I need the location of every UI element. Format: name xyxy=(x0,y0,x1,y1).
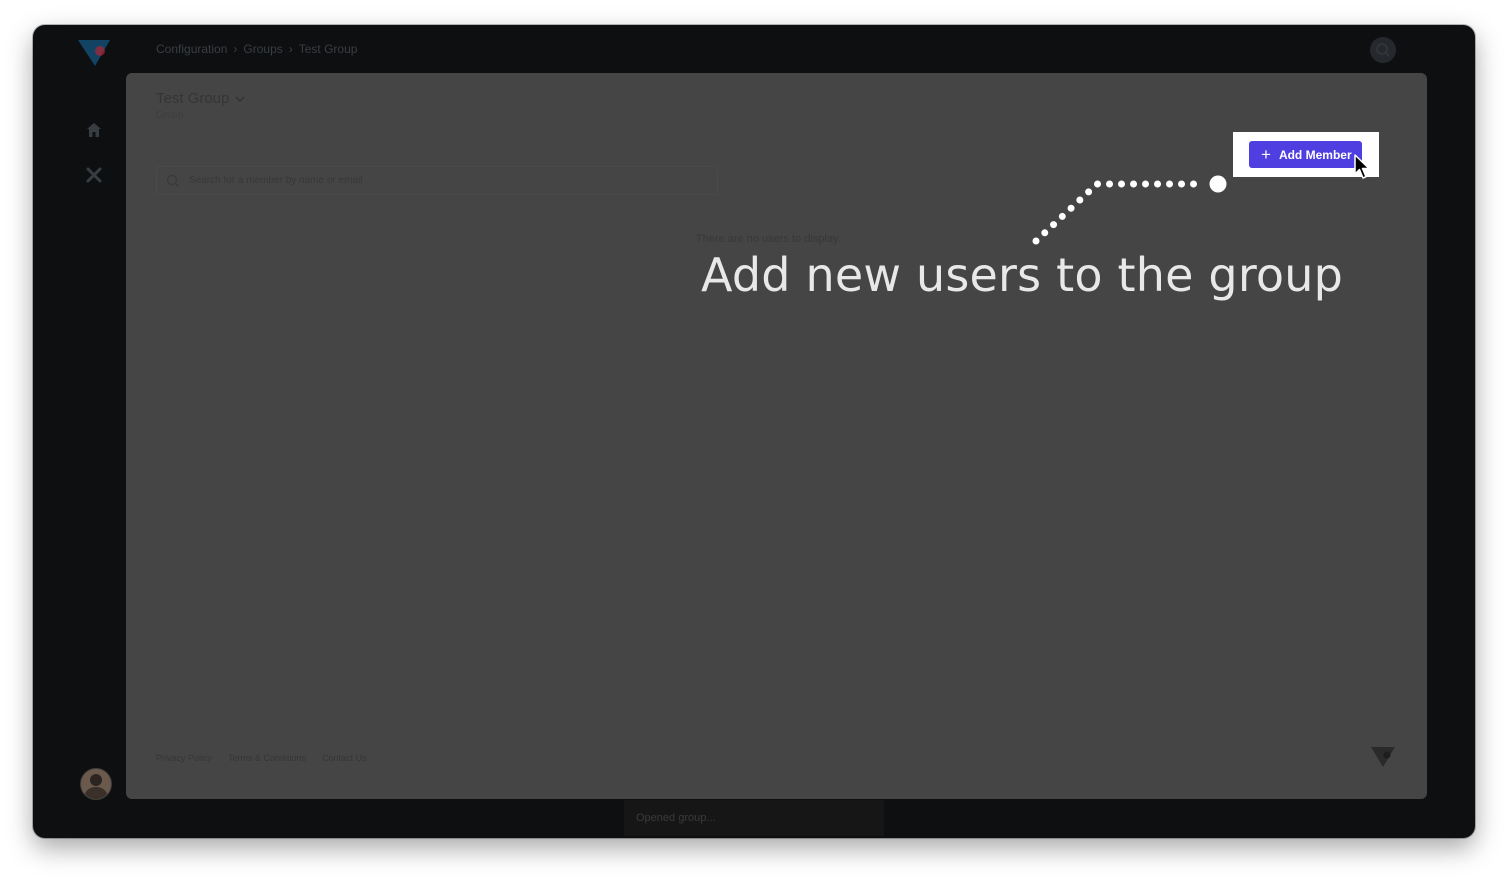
cursor-icon xyxy=(1354,154,1370,179)
plus-icon: + xyxy=(1261,145,1271,164)
add-member-label: Add Member xyxy=(1278,147,1352,162)
add-member-button[interactable]: + Add Member xyxy=(1249,141,1362,168)
tutorial-callout-text: Add new users to the group xyxy=(701,248,1344,302)
